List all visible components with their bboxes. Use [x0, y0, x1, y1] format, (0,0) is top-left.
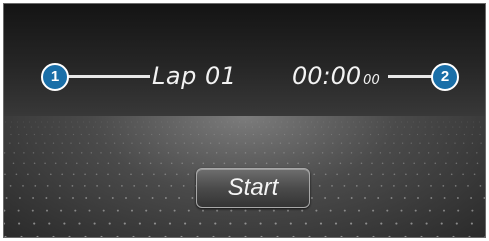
timer-main: 00:00: [292, 62, 362, 90]
callout-1-badge: 1: [41, 63, 69, 91]
lap-label: Lap 01: [152, 62, 237, 90]
start-button[interactable]: Start: [196, 168, 310, 208]
timer-hundredths: 00: [363, 73, 380, 88]
callout-2-badge: 2: [431, 63, 459, 91]
top-panel: [4, 4, 485, 116]
stopwatch-screen: 1 2 Lap 01 00:00 00 Start: [3, 3, 486, 238]
callout-2-leader-line: [388, 75, 434, 78]
timer-display: 00:00 00: [292, 64, 380, 93]
callout-1-leader-line: [56, 75, 150, 78]
